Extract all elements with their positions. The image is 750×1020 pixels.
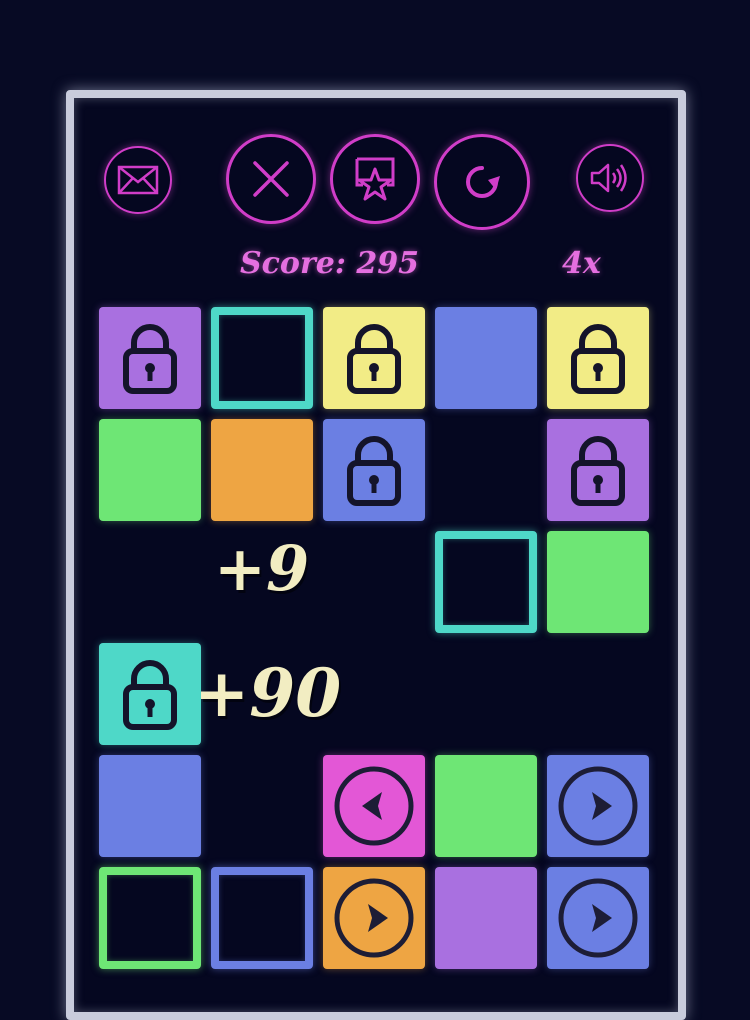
favorite-button[interactable] — [330, 134, 420, 224]
tile-purple-lock[interactable] — [99, 307, 201, 409]
tile-green[interactable] — [547, 531, 649, 633]
restart-button[interactable] — [434, 134, 530, 230]
lock-icon — [122, 657, 178, 731]
close-button[interactable] — [226, 134, 316, 224]
tile-teal-lock[interactable] — [99, 643, 201, 745]
star-share-icon — [355, 157, 395, 201]
speaker-icon — [590, 163, 627, 193]
close-icon — [253, 161, 289, 197]
tile-blue[interactable] — [435, 307, 537, 409]
tile-pink-arrow-left[interactable] — [323, 755, 425, 857]
multiplier-label: 4x — [562, 246, 601, 281]
tile-green[interactable] — [435, 755, 537, 857]
restart-icon — [466, 166, 500, 198]
tile-green[interactable] — [99, 867, 201, 969]
lock-icon — [122, 321, 178, 395]
tile-purple-lock[interactable] — [547, 419, 649, 521]
tile-yellow-lock[interactable] — [323, 307, 425, 409]
lock-icon — [570, 321, 626, 395]
tile-blue-lock[interactable] — [323, 419, 425, 521]
points-popup: +90 — [194, 654, 342, 732]
tile-green[interactable] — [99, 419, 201, 521]
lock-icon — [570, 433, 626, 507]
arrow-right-icon — [556, 876, 640, 960]
tile-teal[interactable] — [211, 307, 313, 409]
tile-blue[interactable] — [211, 867, 313, 969]
score-label: Score: 295 — [240, 246, 419, 281]
lock-icon — [346, 321, 402, 395]
arrow-right-icon — [556, 764, 640, 848]
tile-yellow-lock[interactable] — [547, 307, 649, 409]
arrow-right-icon — [332, 876, 416, 960]
tile-orange-arrow-right[interactable] — [323, 867, 425, 969]
sound-button[interactable] — [576, 144, 644, 212]
mail-icon — [117, 165, 159, 195]
tile-blue[interactable] — [99, 755, 201, 857]
tile-blue-arrow-right[interactable] — [547, 867, 649, 969]
tile-purple[interactable] — [435, 867, 537, 969]
tile-orange[interactable] — [211, 419, 313, 521]
tile-blue-arrow-right[interactable] — [547, 755, 649, 857]
lock-icon — [346, 433, 402, 507]
tile-teal[interactable] — [435, 531, 537, 633]
points-popup: +9 — [214, 532, 310, 605]
mail-button[interactable] — [104, 146, 172, 214]
arrow-left-icon — [332, 764, 416, 848]
